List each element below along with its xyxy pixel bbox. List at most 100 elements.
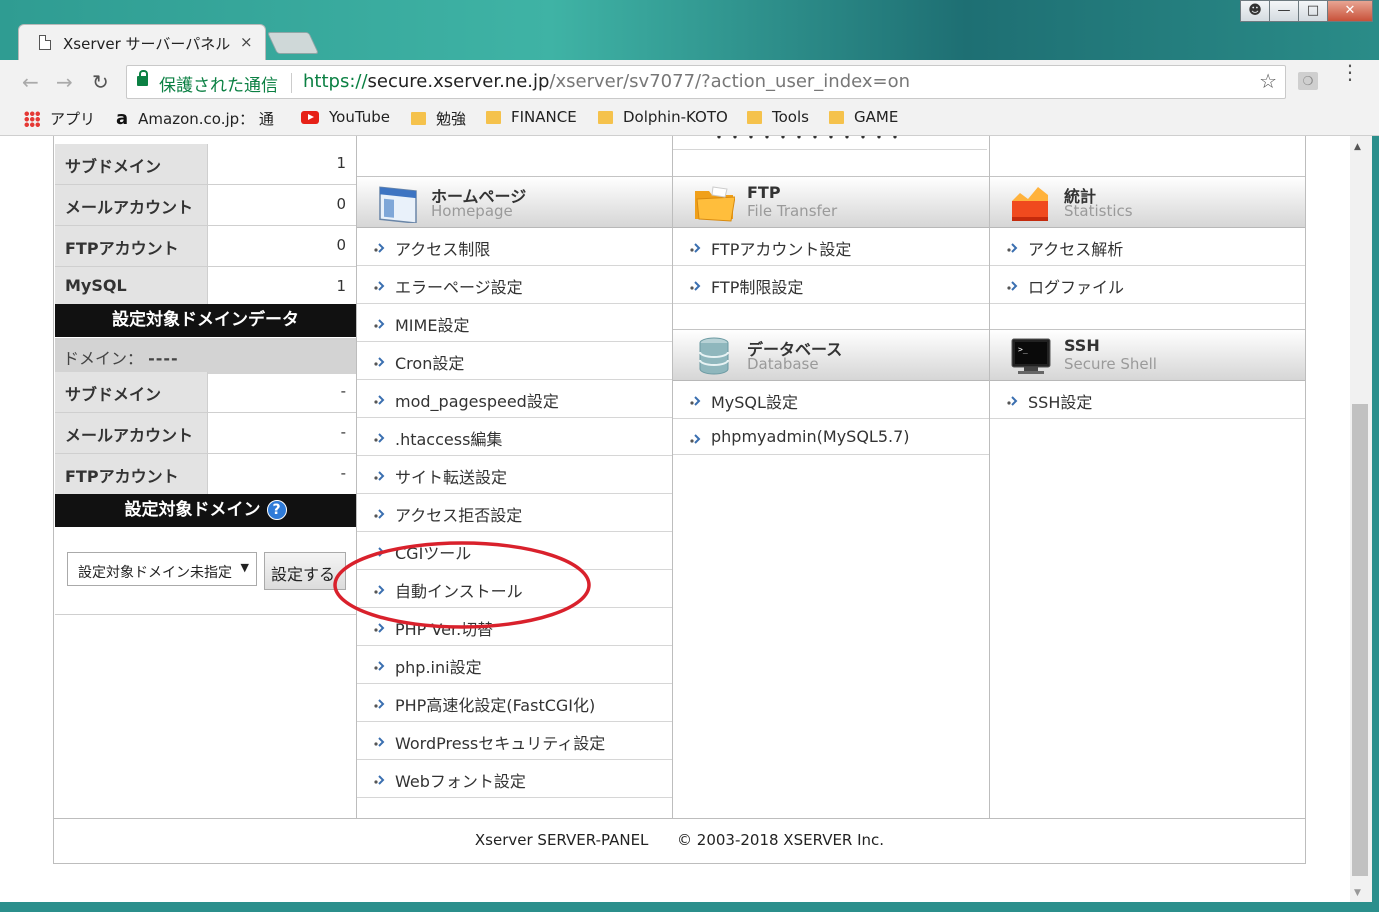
bookmark-folder-dolphin[interactable]: Dolphin-KOTO — [598, 108, 728, 126]
info-row-subdomain: サブドメイン 1 — [55, 144, 356, 185]
help-icon[interactable]: ? — [266, 500, 287, 520]
browser-menu-icon[interactable]: ⋮ — [1340, 62, 1360, 82]
dropdown-caret-icon: ▼ — [240, 561, 249, 574]
svg-text:>_: >_ — [1018, 345, 1028, 354]
menu-item[interactable]: .htaccess編集 — [357, 418, 672, 456]
ftp-folder-icon — [695, 186, 735, 222]
pdf-extension-icon[interactable]: ❍ — [1298, 72, 1318, 90]
url-text[interactable]: https://secure.xserver.ne.jp/xserver/sv7… — [303, 71, 910, 92]
stats-panel-header: 統計 Statistics — [990, 176, 1305, 228]
info-value: - — [207, 413, 356, 453]
menu-item[interactable]: MIME設定 — [357, 304, 672, 342]
domain-value: ---- — [148, 349, 179, 368]
forward-arrow-icon[interactable]: → — [56, 70, 73, 94]
menu-item[interactable]: WordPressセキュリティ設定 — [357, 722, 672, 760]
close-window-button[interactable]: ✕ — [1327, 0, 1373, 22]
menu-item[interactable]: エラーページ設定 — [357, 266, 672, 304]
bookmark-folder-tools[interactable]: Tools — [747, 108, 809, 126]
homepage-panel-header: ホームページ Homepage — [357, 176, 672, 228]
vertical-scrollbar[interactable]: ▲ ▼ — [1350, 136, 1372, 902]
profile-icon[interactable]: ☻ — [1240, 0, 1270, 22]
arrow-bullet-icon — [374, 281, 385, 291]
scrollbar-thumb[interactable] — [1352, 404, 1368, 876]
arrow-bullet-icon — [374, 433, 385, 443]
tab-title: Xserver サーバーパネル — [63, 35, 231, 53]
arrow-bullet-icon — [1007, 281, 1018, 291]
menu-item[interactable]: サイト転送設定 — [357, 456, 672, 494]
back-arrow-icon[interactable]: ← — [22, 70, 39, 94]
menu-item[interactable]: アクセス制限 — [357, 228, 672, 266]
target-domain-select[interactable]: 設定対象ドメイン未指定 ▼ — [67, 552, 257, 586]
arrow-bullet-icon — [374, 357, 385, 367]
address-bar[interactable]: 保護された通信 https://secure.xserver.ne.jp/xse… — [126, 65, 1286, 99]
lock-icon — [137, 70, 148, 86]
bookmark-amazon[interactable]: a Amazon.co.jp： 通 — [116, 108, 274, 129]
bookmark-youtube[interactable]: YouTube — [301, 108, 390, 126]
target-row-ftp: FTPアカウント - — [55, 454, 356, 495]
target-domain-title: 設定対象ドメイン — [124, 500, 261, 520]
menu-item[interactable]: アクセス拒否設定 — [357, 494, 672, 532]
bookmark-label: GAME — [854, 108, 899, 126]
menu-item[interactable]: PHP高速化設定(FastCGI化) — [357, 684, 672, 722]
info-label: メールアカウント — [55, 413, 207, 453]
menu-item[interactable]: ログファイル — [990, 266, 1305, 304]
domain-row: ドメイン： ---- — [55, 338, 356, 374]
info-value: 0 — [207, 226, 356, 266]
menu-item-label: PHP Ver.切替 — [395, 620, 494, 639]
menu-item[interactable]: mod_pagespeed設定 — [357, 380, 672, 418]
menu-item[interactable]: MySQL設定 — [673, 381, 989, 419]
panel-subtitle: Statistics — [1064, 202, 1133, 220]
database-panel-header: データベース Database — [673, 329, 989, 381]
menu-item-label: WordPressセキュリティ設定 — [395, 734, 606, 753]
reload-icon[interactable]: ↻ — [92, 70, 109, 94]
url-protocol: https:// — [303, 71, 368, 92]
new-tab-button[interactable] — [266, 32, 320, 54]
menu-item[interactable]: アクセス解析 — [990, 228, 1305, 266]
set-domain-button[interactable]: 設定する — [264, 552, 346, 590]
menu-item[interactable]: phpmyadmin(MySQL5.7) — [673, 419, 989, 455]
menu-item[interactable]: php.ini設定 — [357, 646, 672, 684]
scroll-down-arrow-icon[interactable]: ▼ — [1354, 888, 1361, 898]
menu-item[interactable]: FTPアカウント設定 — [673, 228, 989, 266]
arrow-bullet-icon — [690, 434, 701, 444]
maximize-button[interactable]: □ — [1298, 0, 1328, 22]
browser-tab[interactable]: Xserver サーバーパネル × — [18, 24, 266, 60]
info-value: 1 — [207, 144, 356, 184]
info-label: メールアカウント — [55, 185, 207, 225]
panel-subtitle: Database — [747, 355, 819, 373]
bookmark-folder-finance[interactable]: FINANCE — [486, 108, 577, 126]
window-controls: ☻ — □ ✕ — [1240, 0, 1373, 22]
url-separator — [291, 73, 292, 93]
menu-item-label: CGIツール — [395, 544, 472, 563]
menu-item[interactable]: 自動インストール — [357, 570, 672, 608]
menu-item-label: FTP制限設定 — [711, 278, 804, 297]
target-row-subdomain: サブドメイン - — [55, 372, 356, 413]
bookmark-apps[interactable]: アプリ — [24, 108, 95, 129]
homepage-window-icon — [379, 186, 417, 223]
menu-item[interactable]: SSH設定 — [990, 381, 1305, 419]
menu-item[interactable]: CGIツール — [357, 532, 672, 570]
menu-item[interactable]: PHP Ver.切替 — [357, 608, 672, 646]
menu-item[interactable]: Cron設定 — [357, 342, 672, 380]
bookmark-label: アプリ — [50, 110, 96, 128]
menu-item-label: サイト転送設定 — [395, 468, 508, 487]
bookmark-label: Dolphin-KOTO — [623, 108, 728, 126]
menu-item[interactable]: Webフォント設定 — [357, 760, 672, 798]
menu-item[interactable]: FTP制限設定 — [673, 266, 989, 304]
bookmark-folder-game[interactable]: GAME — [829, 108, 898, 126]
statistics-chart-icon — [1012, 187, 1048, 221]
minimize-button[interactable]: — — [1269, 0, 1299, 22]
bookmark-label: YouTube — [329, 108, 390, 126]
menu-item-label: 自動インストール — [395, 582, 523, 601]
arrow-bullet-icon — [374, 509, 385, 519]
panel-title: FTP — [747, 183, 781, 202]
bookmark-folder-study[interactable]: 勉強 — [411, 108, 466, 129]
scroll-up-arrow-icon[interactable]: ▲ — [1354, 142, 1361, 152]
bookmark-star-icon[interactable]: ☆ — [1259, 69, 1277, 93]
info-value: - — [207, 372, 356, 412]
tab-close-icon[interactable]: × — [240, 33, 253, 51]
info-label: FTPアカウント — [55, 226, 207, 266]
arrow-bullet-icon — [374, 699, 385, 709]
arrow-bullet-icon — [374, 661, 385, 671]
arrow-bullet-icon — [374, 395, 385, 405]
